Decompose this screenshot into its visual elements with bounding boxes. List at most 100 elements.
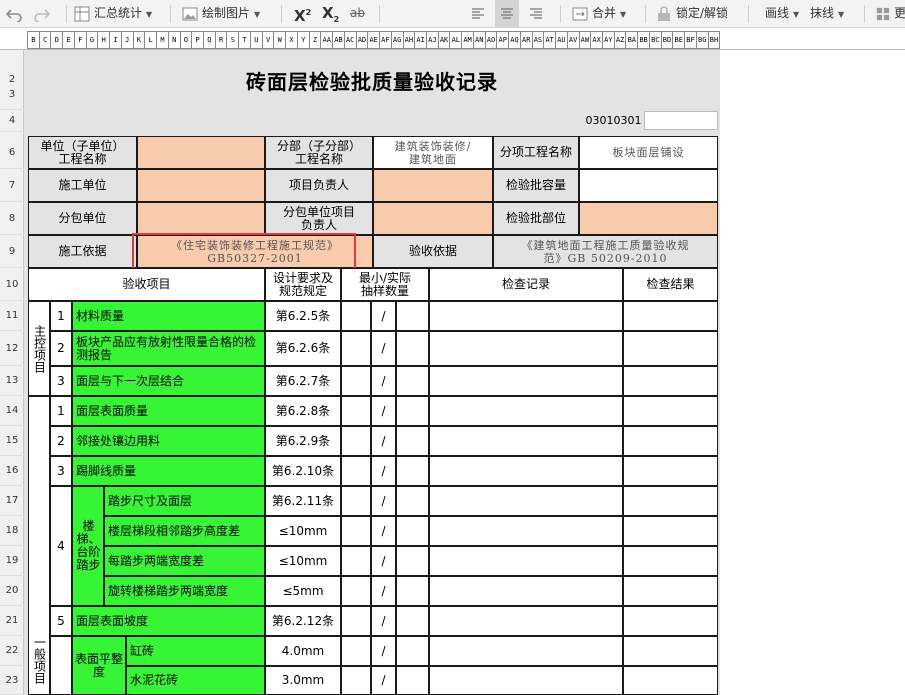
result-cell[interactable] [623,301,718,331]
column-label[interactable]: BH [708,32,721,49]
result-cell[interactable] [623,366,718,396]
sample-actual-cell[interactable] [396,396,429,426]
result-cell[interactable] [623,331,718,366]
row-number[interactable]: 16 [0,456,24,486]
record-cell[interactable] [429,396,623,426]
column-label[interactable]: BF [685,32,697,49]
column-label[interactable]: F [74,32,87,49]
column-label[interactable]: BE [673,32,686,49]
result-cell[interactable] [623,606,718,636]
sample-actual-cell[interactable] [396,486,429,516]
column-label[interactable]: AV [567,32,580,49]
draw-line-button[interactable]: 画线 ▼ [765,0,799,28]
column-label[interactable]: AY [602,32,615,49]
accept-basis-value[interactable]: 《建筑地面工程施工质量验收规 范》GB 50209-2010 [493,235,718,268]
column-label[interactable]: V [262,32,275,49]
column-label[interactable]: X [286,32,298,49]
column-label[interactable]: AJ [426,32,439,49]
sample-min-cell[interactable] [341,331,371,366]
column-label[interactable]: AU [556,32,568,49]
column-label[interactable]: AR [520,32,533,49]
more-button[interactable]: 更 [876,0,905,28]
align-center-button[interactable] [495,0,519,28]
column-label[interactable]: U [250,32,263,49]
column-label[interactable]: M [157,32,169,49]
sample-actual-cell[interactable] [396,666,429,695]
row-number[interactable]: 17 [0,486,24,516]
column-label[interactable]: T [239,32,251,49]
row-number[interactable]: 14 [0,396,24,426]
sample-actual-cell[interactable] [396,576,429,606]
record-cell[interactable] [429,636,623,666]
sample-min-cell[interactable] [341,396,371,426]
sub-item-value[interactable]: 板块面层铺设 [579,136,718,169]
row-number[interactable]: 3 [0,80,24,110]
sample-min-cell[interactable] [341,486,371,516]
record-cell[interactable] [429,426,623,456]
sample-min-cell[interactable] [341,301,371,331]
column-label[interactable]: AW [579,32,592,49]
record-cell[interactable] [429,576,623,606]
subscript-button[interactable]: X2 [322,0,339,28]
column-label[interactable]: L [145,32,158,49]
column-label[interactable]: B [28,32,40,49]
column-label[interactable]: BG [696,32,709,49]
column-label[interactable]: D [51,32,64,49]
column-label[interactable]: AF [380,32,392,49]
superscript-button[interactable]: X2 [294,0,311,28]
capacity-input[interactable] [579,169,718,202]
column-label[interactable]: S [227,32,240,49]
column-label[interactable]: AC [344,32,357,49]
row-number[interactable]: 22 [0,636,24,666]
sub-pm-input[interactable] [373,202,493,235]
column-label[interactable]: AK [438,32,451,49]
result-cell[interactable] [623,576,718,606]
result-cell[interactable] [623,486,718,516]
column-label[interactable]: AB [333,32,345,49]
sample-actual-cell[interactable] [396,456,429,486]
row-number[interactable]: 12 [0,331,24,366]
column-label[interactable]: Z [309,32,322,49]
record-cell[interactable] [429,606,623,636]
sum-stats-button[interactable]: 汇总统计 ▼ [74,0,152,28]
sample-actual-cell[interactable] [396,331,429,366]
sample-actual-cell[interactable] [396,636,429,666]
sample-min-cell[interactable] [341,516,371,546]
row-number[interactable]: 19 [0,546,24,576]
record-cell[interactable] [429,516,623,546]
sample-actual-cell[interactable] [396,426,429,456]
column-label[interactable]: AX [591,32,603,49]
record-cell[interactable] [429,456,623,486]
sample-actual-cell[interactable] [396,516,429,546]
result-cell[interactable] [623,396,718,426]
column-label[interactable]: BC [649,32,662,49]
column-label[interactable]: AI [415,32,427,49]
row-number[interactable]: 11 [0,301,24,331]
unit-name-input[interactable] [137,136,265,169]
row-number[interactable]: 7 [0,169,24,202]
lock-unlock-button[interactable]: 锁定/解锁 [656,0,728,28]
column-label[interactable]: Q [204,32,216,49]
result-cell[interactable] [623,636,718,666]
record-cell[interactable] [429,486,623,516]
sample-actual-cell[interactable] [396,301,429,331]
erase-line-button[interactable]: 抹线 ▼ [810,0,844,28]
column-label[interactable]: I [110,32,122,49]
column-label[interactable]: AL [450,32,463,49]
row-number[interactable]: 15 [0,426,24,456]
column-label[interactable]: BD [661,32,674,49]
record-cell[interactable] [429,331,623,366]
sample-actual-cell[interactable] [396,366,429,396]
record-cell[interactable] [429,546,623,576]
column-label[interactable]: J [121,32,134,49]
align-left-button[interactable] [470,0,486,28]
column-label[interactable]: AP [497,32,510,49]
row-number[interactable]: 21 [0,606,24,636]
result-cell[interactable] [623,666,718,695]
strikethrough-button[interactable]: ab [350,0,365,28]
column-label[interactable]: BB [638,32,650,49]
column-label[interactable]: E [63,32,75,49]
sample-actual-cell[interactable] [396,546,429,576]
sample-actual-cell[interactable] [396,606,429,636]
column-label[interactable]: AS [532,32,545,49]
